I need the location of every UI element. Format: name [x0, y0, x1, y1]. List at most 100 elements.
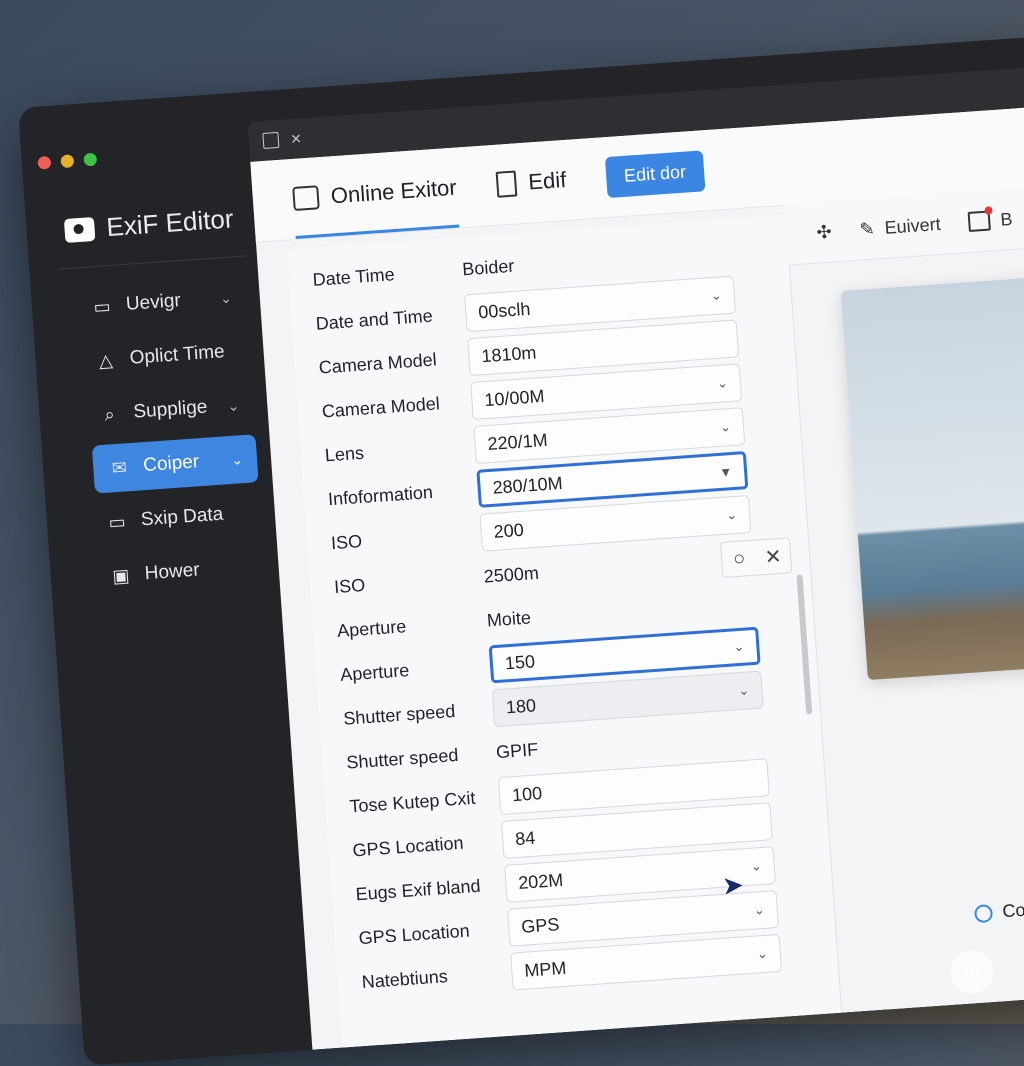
- field-label: Aperture: [336, 615, 407, 641]
- search-icon: ⌕: [103, 403, 116, 425]
- brand: ExiF Editor: [63, 202, 256, 246]
- chevron-down-icon[interactable]: ⌄: [726, 507, 738, 524]
- status-icon: [973, 903, 994, 923]
- tab-online-exitor[interactable]: Online Exitor: [290, 148, 459, 239]
- mail-icon: ✉: [111, 456, 128, 478]
- chevron-down-icon[interactable]: ▼: [719, 464, 733, 480]
- field-value: 150: [504, 650, 536, 673]
- exif-form: Date Time Boider Date and Time 00sclh ⌄ Camer…: [286, 214, 843, 1048]
- static-value: 2500m: [483, 562, 540, 587]
- bottom-status[interactable]: Codere: [973, 897, 1024, 924]
- sidebar-menu: ▭ Uevigr ⌄ △ Oplict Time ⌕ Supplige ⌄ ✉ Coiper ⌄ ▭ S…: [31, 272, 281, 605]
- field-label: Infoformation: [327, 481, 434, 509]
- field-label: Lens: [324, 442, 365, 465]
- folder-icon: ▭: [107, 511, 127, 533]
- field-label: Natebtiuns: [361, 965, 449, 992]
- main-panel: Online Exitor Edif Edit dor Date Time Boi…: [250, 105, 1024, 1050]
- notification-button[interactable]: B: [967, 208, 1014, 232]
- chevron-down-icon[interactable]: ⌄: [753, 902, 765, 919]
- document-icon: [495, 170, 518, 198]
- maximize-window-button[interactable]: [83, 152, 98, 167]
- sidebar-item-label: Oplict Time: [129, 341, 226, 369]
- chevron-down-icon[interactable]: ⌄: [738, 682, 750, 699]
- warning-icon: △: [98, 349, 114, 371]
- close-tab-icon[interactable]: ×: [290, 128, 302, 150]
- field-value: 84: [514, 827, 536, 849]
- field-label: Date and Time: [315, 305, 434, 334]
- edit-button[interactable]: Edit dor: [604, 149, 706, 198]
- sparkle-icon: ✣: [815, 221, 833, 243]
- sidebar-item-1[interactable]: △ Oplict Time: [78, 327, 251, 387]
- square-icon[interactable]: [262, 131, 280, 149]
- field-value: 10/00M: [483, 385, 546, 410]
- field-value: 100: [511, 782, 543, 805]
- camera-icon: [292, 185, 320, 212]
- circle-icon[interactable]: ○: [721, 541, 757, 577]
- close-icon[interactable]: ✕: [755, 538, 791, 574]
- tab-label: Edif: [527, 166, 568, 195]
- sparkle-button[interactable]: ✣: [816, 221, 833, 243]
- mouse-cursor-icon: ➤: [720, 869, 745, 901]
- static-value: Moite: [486, 606, 532, 631]
- sidebar-item-label: Supplige: [132, 396, 209, 423]
- static-value: Boider: [461, 255, 515, 279]
- minimize-window-button[interactable]: [60, 154, 75, 169]
- field-label: Camera Model: [318, 348, 438, 378]
- notification-label: B: [999, 208, 1014, 230]
- field-label: Tose Kutep Cxit: [348, 787, 476, 817]
- field-value: GPS: [520, 913, 560, 937]
- sidebar-item-3[interactable]: ✉ Coiper ⌄: [91, 434, 259, 494]
- chevron-down-icon[interactable]: ⌄: [219, 289, 232, 307]
- chevron-down-icon[interactable]: ⌄: [756, 946, 768, 963]
- field-label: Camera Model: [321, 392, 441, 422]
- sidebar-item-5[interactable]: ▣ Hower: [93, 542, 266, 602]
- chevron-down-icon[interactable]: ⌄: [716, 375, 728, 392]
- window-controls: [37, 152, 98, 170]
- status-label: Codere: [1001, 897, 1024, 922]
- tab-edif[interactable]: Edif: [494, 140, 569, 225]
- field-label: Shutter speed: [342, 700, 456, 729]
- convert-label: Euivert: [883, 213, 942, 238]
- camera-icon: [63, 216, 96, 243]
- chevron-down-icon[interactable]: ⌄: [227, 397, 240, 415]
- sidebar-item-label: Hower: [144, 559, 201, 585]
- field-label: ISO: [333, 574, 366, 597]
- sidebar-item-label: Uevigr: [125, 290, 182, 315]
- field-value: 200: [492, 519, 525, 542]
- chevron-down-icon[interactable]: ⌄: [750, 858, 762, 875]
- field-label: Aperture: [339, 659, 410, 685]
- field-value: 1810m: [480, 341, 538, 366]
- field-value: 220/1M: [486, 429, 549, 454]
- sidebar-item-4[interactable]: ▭ Sxip Data: [90, 488, 263, 548]
- folder-icon: ▭: [92, 295, 112, 317]
- field-value: MPM: [523, 957, 567, 981]
- chevron-down-icon[interactable]: ⌄: [231, 451, 244, 469]
- sidebar-item-label: Sxip Data: [140, 503, 224, 531]
- app-title: ExiF Editor: [105, 203, 235, 243]
- field-label: GPS Location: [358, 920, 471, 948]
- field-label: Shutter speed: [345, 744, 459, 773]
- file-icon: ▣: [111, 564, 131, 587]
- field-value: 180: [505, 694, 537, 717]
- field-value: 280/10M: [491, 472, 564, 498]
- close-window-button[interactable]: [37, 155, 52, 170]
- sidebar-item-label: Coiper: [142, 451, 200, 477]
- field-value: 202M: [517, 869, 564, 893]
- divider: [59, 255, 247, 270]
- watermark-badge: ai: [950, 950, 994, 994]
- chevron-down-icon[interactable]: ⌄: [710, 287, 722, 304]
- edit-icon: ✎: [858, 218, 876, 240]
- convert-button[interactable]: ✎ Euivert: [859, 213, 941, 240]
- field-label: GPS Location: [351, 832, 465, 860]
- field-label: ISO: [330, 530, 363, 553]
- static-value: GPIF: [495, 738, 539, 762]
- field-label: Date Time: [311, 263, 396, 290]
- tab-label: Online Exitor: [330, 174, 458, 209]
- sidebar-item-2[interactable]: ⌕ Supplige ⌄: [82, 380, 255, 440]
- icon-button-group: ○ ✕: [719, 537, 793, 579]
- photo-preview: [840, 265, 1024, 681]
- app-window: × ExiF Editor ▭ Uevigr ⌄ △ Oplict Time ⌕ Suppl…: [18, 35, 1024, 1066]
- chevron-down-icon[interactable]: ⌄: [720, 419, 732, 436]
- chevron-down-icon[interactable]: ⌄: [733, 639, 745, 656]
- sidebar-item-0[interactable]: ▭ Uevigr ⌄: [74, 273, 247, 333]
